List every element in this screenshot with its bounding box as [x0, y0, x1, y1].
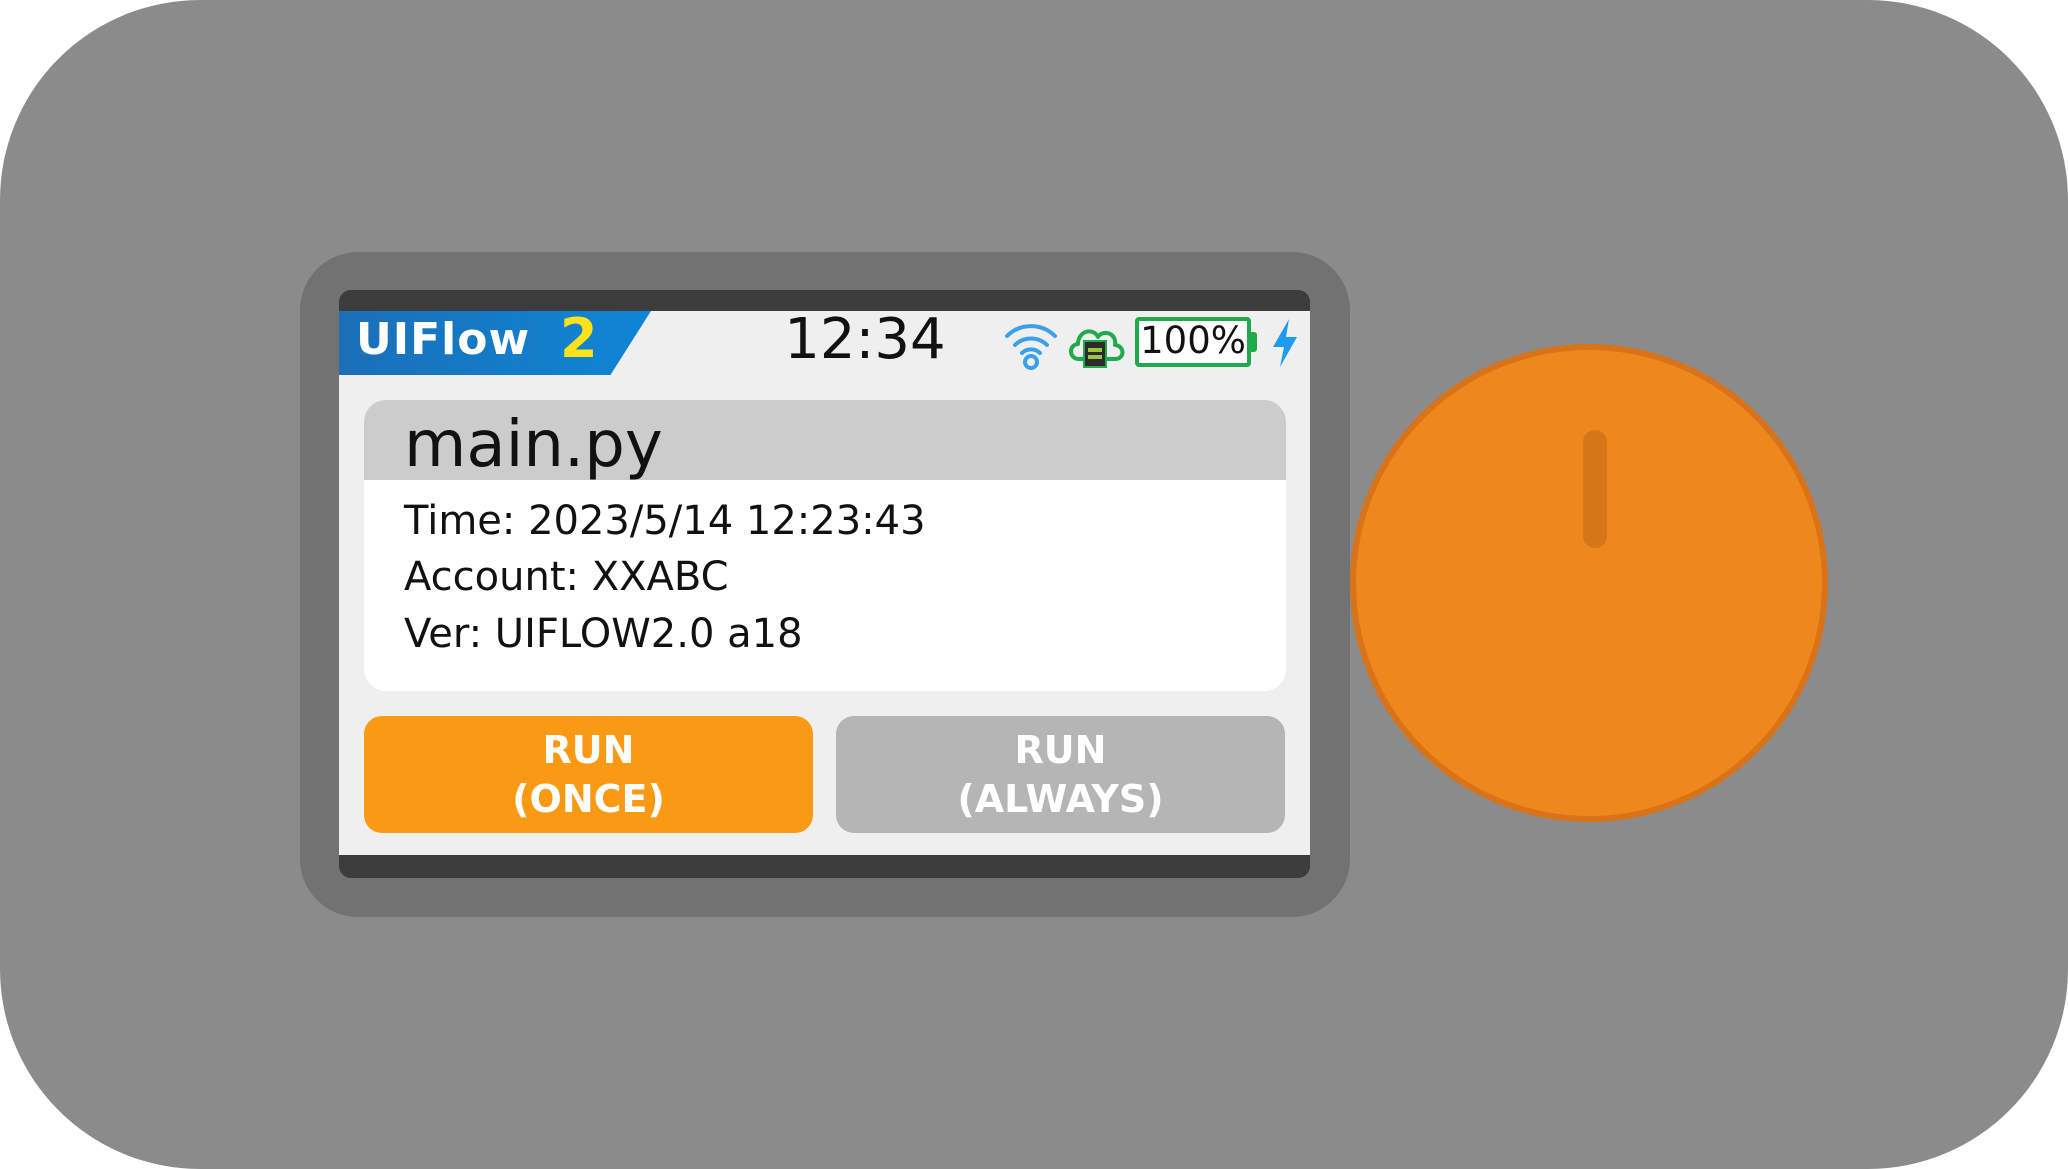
screen: UIFlow 2 12:34 100% main.py Time: 2023/5…: [339, 290, 1310, 878]
clock: 12:34: [784, 311, 946, 372]
rotary-knob[interactable]: [1350, 344, 1828, 822]
battery-cap: [1251, 332, 1257, 352]
run-once-label-line2: (ONCE): [512, 776, 665, 821]
run-once-label-line1: RUN: [542, 727, 635, 772]
cloud-icon: [1069, 329, 1125, 368]
logo-number: 2: [560, 311, 598, 370]
display: UIFlow 2 12:34 100% main.py Time: 2023/5…: [339, 311, 1310, 855]
battery-level: 100%: [1140, 319, 1246, 362]
file-name: main.py: [404, 408, 663, 482]
file-card[interactable]: main.py Time: 2023/5/14 12:23:43 Account…: [364, 400, 1286, 691]
bolt-icon: [1273, 319, 1297, 367]
uiflow-logo: UIFlow 2: [339, 311, 651, 375]
run-always-button[interactable]: RUN (ALWAYS): [836, 716, 1285, 833]
wifi-icon: [1005, 324, 1057, 370]
file-version: Ver: UIFLOW2.0 a18: [404, 611, 803, 657]
battery-icon: 100%: [1135, 317, 1257, 367]
run-always-label-line2: (ALWAYS): [957, 776, 1164, 821]
device-body: UIFlow 2 12:34 100% main.py Time: 2023/5…: [0, 0, 2068, 1169]
file-card-header: main.py: [364, 400, 1286, 482]
run-once-button[interactable]: RUN (ONCE): [364, 716, 813, 833]
knob-indicator: [1583, 430, 1607, 548]
file-account: Account: XXABC: [404, 554, 729, 600]
run-always-label-line1: RUN: [1014, 727, 1107, 772]
status-bar: UIFlow 2 12:34 100%: [339, 311, 1310, 375]
file-time: Time: 2023/5/14 12:23:43: [404, 498, 926, 544]
logo-text: UIFlow: [356, 314, 531, 365]
